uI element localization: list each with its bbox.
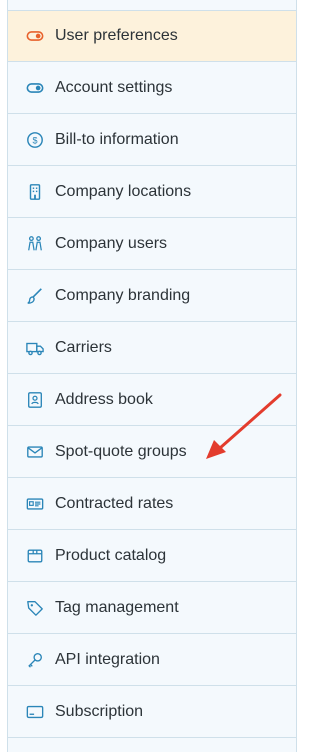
menu-item-label: Tag management (55, 598, 179, 616)
svg-text:$: $ (32, 135, 37, 145)
menu-item-company-users[interactable]: Company users (8, 218, 296, 270)
box-icon (25, 546, 45, 566)
toggle-icon (25, 78, 45, 98)
menu-item-label: Address book (55, 390, 153, 408)
toggle-on-icon (25, 26, 45, 46)
menu-item-carriers[interactable]: Carriers (8, 322, 296, 374)
menu-item-api-integration[interactable]: API integration (8, 634, 296, 686)
menu-item-subscription[interactable]: Subscription (8, 686, 296, 738)
menu-item-label: Product catalog (55, 546, 167, 564)
menu-item-user-preferences[interactable]: User preferences (8, 10, 296, 62)
menu-item-label: Account settings (55, 78, 173, 96)
settings-menu: User preferences Account settings $ Bill… (7, 0, 297, 752)
menu-item-label: Carriers (55, 338, 112, 356)
dollar-circle-icon: $ (25, 130, 45, 150)
menu-item-label: User preferences (55, 27, 178, 44)
menu-item-spot-quote-groups[interactable]: Spot-quote groups (8, 426, 296, 478)
key-icon (25, 650, 45, 670)
menu-item-label: Bill-to information (55, 130, 179, 148)
contact-book-icon (25, 390, 45, 410)
menu-item-company-branding[interactable]: Company branding (8, 270, 296, 322)
id-card-icon (25, 494, 45, 514)
menu-item-label: Subscription (55, 702, 144, 720)
menu-item-contracted-rates[interactable]: Contracted rates (8, 478, 296, 530)
card-icon (25, 702, 45, 722)
paintbrush-icon (25, 286, 45, 306)
menu-item-label: Contracted rates (55, 494, 174, 512)
menu-item-label: API integration (55, 650, 160, 668)
menu-item-label: Company users (55, 234, 168, 252)
menu-item-account-settings[interactable]: Account settings (8, 62, 296, 114)
building-icon (25, 182, 45, 202)
menu-item-tag-management[interactable]: Tag management (8, 582, 296, 634)
menu-item-label: Company locations (55, 182, 192, 200)
menu-item-product-catalog[interactable]: Product catalog (8, 530, 296, 582)
truck-icon (25, 338, 45, 358)
envelope-icon (25, 442, 45, 462)
users-icon (25, 234, 45, 254)
tag-icon (25, 598, 45, 618)
menu-item-label: Spot-quote groups (55, 442, 187, 460)
menu-item-address-book[interactable]: Address book (8, 374, 296, 426)
menu-item-bill-to-information[interactable]: $ Bill-to information (8, 114, 296, 166)
menu-item-label: Company branding (55, 286, 191, 304)
menu-item-company-locations[interactable]: Company locations (8, 166, 296, 218)
